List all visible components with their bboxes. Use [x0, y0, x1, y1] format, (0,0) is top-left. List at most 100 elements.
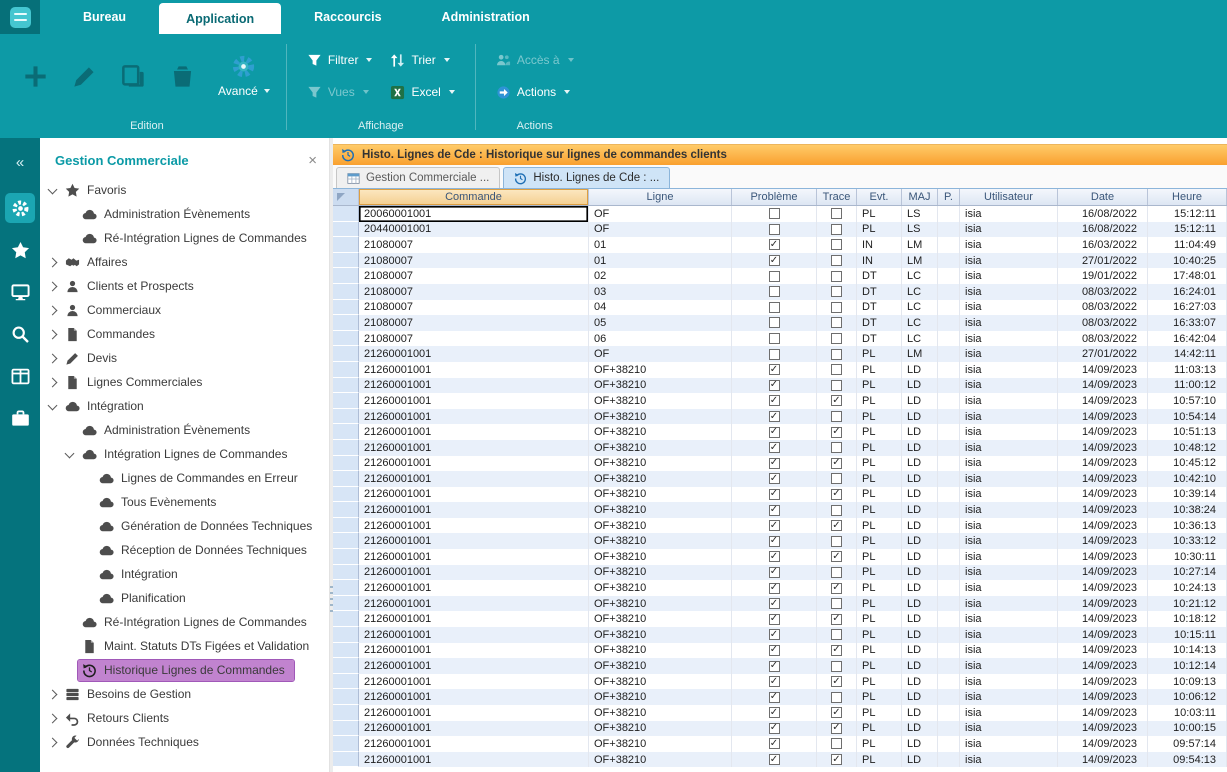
cell-utilisateur[interactable]: isia — [960, 315, 1058, 331]
cell-evt[interactable]: PL — [857, 518, 902, 534]
table-row[interactable]: 21260001001OF+38210PLLDisia14/09/202310:… — [333, 424, 1227, 440]
tree-item[interactable]: Intégration Lignes de Commandes — [40, 442, 329, 466]
cell-commande[interactable]: 21260001001 — [359, 611, 589, 627]
duplicate-button[interactable] — [114, 49, 152, 103]
cell-maj[interactable]: LS — [902, 206, 938, 222]
cell-commande[interactable]: 21080007 — [359, 315, 589, 331]
tree-item[interactable]: Données Techniques — [40, 730, 329, 754]
cell-date[interactable]: 14/09/2023 — [1058, 736, 1148, 752]
row-selector[interactable] — [333, 674, 359, 690]
probleme-checkbox[interactable] — [769, 536, 780, 547]
cell-commande[interactable]: 21260001001 — [359, 346, 589, 362]
trace-checkbox[interactable] — [831, 536, 842, 547]
cell-probleme[interactable] — [732, 549, 817, 565]
tree-item[interactable]: Historique Lignes de Commandes — [40, 658, 329, 682]
cell-commande[interactable]: 21260001001 — [359, 580, 589, 596]
cell-heure[interactable]: 10:40:25 — [1148, 253, 1227, 269]
cell-utilisateur[interactable]: isia — [960, 487, 1058, 503]
cell-p[interactable] — [938, 689, 960, 705]
row-selector[interactable] — [333, 643, 359, 659]
cell-heure[interactable]: 11:03:13 — [1148, 362, 1227, 378]
cell-evt[interactable]: PL — [857, 378, 902, 394]
row-selector[interactable] — [333, 627, 359, 643]
cell-trace[interactable] — [817, 300, 857, 316]
tree-item[interactable]: Tous Evènements — [40, 490, 329, 514]
tree-item[interactable]: Ré-Intégration Lignes de Commandes — [40, 226, 329, 250]
probleme-checkbox[interactable] — [769, 738, 780, 749]
table-row[interactable]: 21260001001OF+38210PLLDisia14/09/202310:… — [333, 502, 1227, 518]
cell-probleme[interactable] — [732, 237, 817, 253]
cell-commande[interactable]: 21260001001 — [359, 705, 589, 721]
row-selector[interactable] — [333, 705, 359, 721]
probleme-checkbox[interactable] — [769, 255, 780, 266]
cell-p[interactable] — [938, 643, 960, 659]
trace-checkbox[interactable] — [831, 645, 842, 656]
cell-commande[interactable]: 20060001001 — [359, 206, 589, 222]
probleme-checkbox[interactable] — [769, 614, 780, 625]
trace-checkbox[interactable] — [831, 380, 842, 391]
cell-evt[interactable]: PL — [857, 721, 902, 737]
cell-maj[interactable]: LD — [902, 580, 938, 596]
cell-heure[interactable]: 11:04:49 — [1148, 237, 1227, 253]
cell-p[interactable] — [938, 378, 960, 394]
trace-checkbox[interactable] — [831, 505, 842, 516]
cell-commande[interactable]: 21080007 — [359, 268, 589, 284]
advanced-button[interactable]: Avancé — [218, 54, 270, 98]
cell-utilisateur[interactable]: isia — [960, 268, 1058, 284]
cell-ligne[interactable]: OF+38210 — [589, 752, 732, 768]
cell-evt[interactable]: PL — [857, 549, 902, 565]
tree-item[interactable]: Favoris — [40, 178, 329, 202]
row-selector[interactable] — [333, 596, 359, 612]
cell-maj[interactable]: LD — [902, 424, 938, 440]
cell-p[interactable] — [938, 222, 960, 238]
tree-item[interactable]: Intégration — [40, 394, 329, 418]
cell-trace[interactable] — [817, 471, 857, 487]
chevron-right-icon[interactable] — [46, 375, 60, 389]
cell-date[interactable]: 08/03/2022 — [1058, 284, 1148, 300]
cell-evt[interactable]: PL — [857, 456, 902, 472]
cell-maj[interactable]: LD — [902, 627, 938, 643]
probleme-checkbox[interactable] — [769, 427, 780, 438]
cell-heure[interactable]: 16:27:03 — [1148, 300, 1227, 316]
cell-ligne[interactable]: OF+38210 — [589, 705, 732, 721]
trace-checkbox[interactable] — [831, 208, 842, 219]
tree-item[interactable]: Lignes de Commandes en Erreur — [40, 466, 329, 490]
cell-date[interactable]: 19/01/2022 — [1058, 268, 1148, 284]
cell-heure[interactable]: 10:06:12 — [1148, 689, 1227, 705]
trace-checkbox[interactable] — [831, 551, 842, 562]
table-row[interactable]: 2108000704DTLCisia08/03/202216:27:03 — [333, 300, 1227, 316]
probleme-checkbox[interactable] — [769, 551, 780, 562]
cell-date[interactable]: 08/03/2022 — [1058, 315, 1148, 331]
table-row[interactable]: 21260001001OF+38210PLLDisia14/09/202310:… — [333, 627, 1227, 643]
row-selector[interactable] — [333, 253, 359, 269]
probleme-checkbox[interactable] — [769, 661, 780, 672]
cell-ligne[interactable]: OF+38210 — [589, 549, 732, 565]
column-header-p[interactable]: P. — [938, 189, 960, 205]
cell-maj[interactable]: LD — [902, 611, 938, 627]
cell-trace[interactable] — [817, 487, 857, 503]
cell-p[interactable] — [938, 736, 960, 752]
cell-date[interactable]: 14/09/2023 — [1058, 689, 1148, 705]
probleme-checkbox[interactable] — [769, 598, 780, 609]
cell-commande[interactable]: 21260001001 — [359, 471, 589, 487]
cell-date[interactable]: 14/09/2023 — [1058, 378, 1148, 394]
cell-commande[interactable]: 21260001001 — [359, 752, 589, 768]
trace-checkbox[interactable] — [831, 286, 842, 297]
trace-checkbox[interactable] — [831, 302, 842, 313]
cell-date[interactable]: 14/09/2023 — [1058, 409, 1148, 425]
row-selector[interactable] — [333, 565, 359, 581]
cell-trace[interactable] — [817, 736, 857, 752]
table-row[interactable]: 21260001001OF+38210PLLDisia14/09/202310:… — [333, 549, 1227, 565]
cell-probleme[interactable] — [732, 565, 817, 581]
tab-application[interactable]: Application — [159, 3, 281, 34]
row-selector[interactable] — [333, 206, 359, 222]
cell-date[interactable]: 27/01/2022 — [1058, 253, 1148, 269]
cell-heure[interactable]: 10:24:13 — [1148, 580, 1227, 596]
cell-trace[interactable] — [817, 237, 857, 253]
cell-probleme[interactable] — [732, 440, 817, 456]
row-selector[interactable] — [333, 268, 359, 284]
table-row[interactable]: 21260001001OF+38210PLLDisia14/09/202310:… — [333, 409, 1227, 425]
trace-checkbox[interactable] — [831, 661, 842, 672]
cell-evt[interactable]: PL — [857, 206, 902, 222]
cell-date[interactable]: 14/09/2023 — [1058, 658, 1148, 674]
